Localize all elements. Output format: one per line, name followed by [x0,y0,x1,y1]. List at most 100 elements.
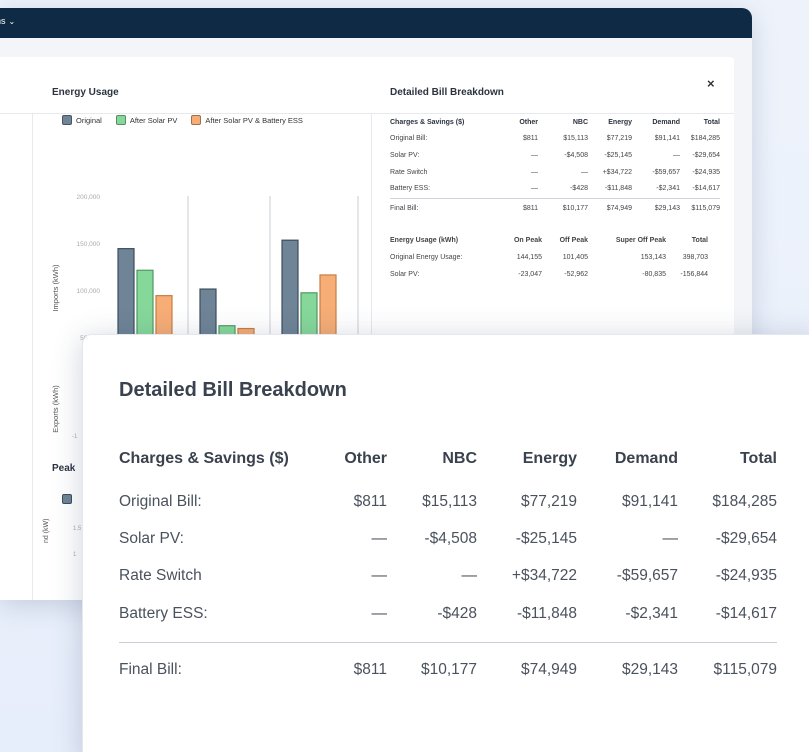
table-cell: -156,844 [680,270,708,278]
table-row: Solar PV: — -$4,508 -$25,145 — -$29,654 [119,520,777,557]
legend-item[interactable]: After Solar PV & Battery ESS [191,115,303,125]
row-label: Battery ESS: [119,604,208,622]
peak-tick-label: 1.5 [73,526,82,532]
table-cell: -$29,654 [692,151,720,159]
energy-usage-title: Energy Usage [52,87,119,98]
table-cell: — [371,567,388,585]
table-cell: +$34,722 [602,168,632,176]
table-cell: -$2,341 [625,604,678,622]
table-cell: On Peak [513,237,542,245]
table-cell: NBC [572,118,588,126]
table-cell: — [531,151,538,159]
table-cell: -$4,508 [564,151,588,159]
table-cell: $811 [522,135,538,143]
table-cell: $91,141 [654,135,680,143]
table-cell: Energy [522,450,577,467]
legend-swatch [191,115,202,125]
table-cell: -$24,935 [715,567,777,585]
y-axis-label: Imports (kWh) [51,264,60,312]
table-cell: $115,079 [691,204,720,212]
card-charges-table: Charges & Savings ($) Other NBC Energy Deman… [119,439,777,688]
table-row: Charges & Savings ($) Other NBC Energy Deman… [390,114,720,131]
table-row: Final Bill: $811 $10,177 $74,949 $29,143 $115… [390,200,720,217]
table-cell: — [662,529,679,547]
table-row: Original Energy Usage: 144,155 101,405 153,… [390,249,720,266]
table-cell: -$11,848 [604,185,632,193]
row-label: Rate Switch [119,567,202,585]
table-cell: $184,285 [712,492,777,510]
table-cell: Energy [608,118,632,126]
small-breakdown-title: Detailed Bill Breakdown [390,87,504,98]
table-row: Solar PV: -23,047 -52,962 -80,835 -156,844 [390,266,720,283]
table-cell: -$2,341 [656,185,680,193]
peak-axis-label: nd (kW) [43,518,50,544]
exports-tick-label: -1 [72,434,78,440]
table-cell: $77,219 [520,492,577,510]
table-cell: -52,962 [564,270,588,278]
table-cell: Total [703,118,720,126]
table-row: Energy Usage (kWh) On Peak Off Peak Super O… [390,233,720,250]
row-label: Solar PV: [390,270,420,278]
y-tick-label: 100,000 [77,288,101,295]
table-cell: $74,949 [606,204,632,212]
table-cell: 101,405 [562,253,588,261]
row-label: Original Bill: [390,135,428,143]
table-cell: -$428 [437,604,477,622]
table-cell: $811 [353,660,387,678]
table-row: Battery ESS: — -$428 -$11,848 -$2,341 -$14,61… [390,180,720,197]
table-cell: -$428 [570,185,588,193]
table-cell: -$11,848 [516,604,577,622]
table-cell: — [531,185,538,193]
nav-menu-label: ns [0,16,6,26]
chart-legend: Original After Solar PV After Solar PV & B… [62,115,303,125]
legend-item[interactable]: After Solar PV [115,115,178,125]
row-label: Final Bill: [119,660,182,678]
nav-menu-dropdown[interactable]: ns⌄ [0,16,15,26]
table-cell: — [461,567,478,585]
table-cell: $115,079 [713,660,778,678]
row-label: Charges & Savings ($) [390,118,465,126]
table-cell: -$59,657 [616,567,678,585]
legend-label: After Solar PV & Battery ESS [205,115,303,125]
legend-item[interactable]: Original [62,115,102,125]
legend-label: After Solar PV [129,115,178,125]
table-cell: $184,285 [690,135,720,143]
bill-breakdown-card: Detailed Bill Breakdown Charges & Saving… [82,334,809,752]
chevron-down-icon: ⌄ [8,17,16,26]
row-label: Rate Switch [390,168,428,176]
table-cell: — [581,168,588,176]
table-row: Charges & Savings ($) Other NBC Energy Deman… [119,439,777,479]
usage-table: Energy Usage (kWh) On Peak Off Peak Super O… [390,233,720,283]
table-row: Rate Switch — — +$34,722 -$59,657 -$24,935 [119,558,777,595]
row-label: Original Energy Usage: [390,253,463,261]
table-cell: — [531,168,538,176]
table-cell: $29,143 [654,204,680,212]
small-bill-breakdown: Detailed Bill Breakdown Charges & Saving… [390,87,720,282]
table-cell: — [371,604,388,622]
row-label: Energy Usage (kWh) [390,237,459,245]
legend-swatch [62,115,72,125]
legend-swatch [115,115,126,125]
table-cell: 153,143 [640,253,666,261]
table-cell: $29,143 [621,660,678,678]
column-divider [32,113,33,600]
table-cell: Demand [652,118,680,126]
peak-section-title: Peak [52,463,76,474]
table-cell: -$14,617 [692,185,720,193]
table-cell: Total [739,450,777,467]
peak-legend-swatch [62,494,72,504]
charges-table: Charges & Savings ($) Other NBC Energy Deman… [390,114,720,217]
table-cell: -$29,654 [715,529,777,547]
row-label: Solar PV: [390,151,420,159]
table-cell: -$14,617 [715,604,777,622]
table-cell: Other [519,118,538,126]
table-cell: Off Peak [559,237,588,245]
table-cell: $811 [522,204,538,212]
table-cell: 144,155 [516,253,542,261]
table-row: Original Bill: $811 $15,113 $77,219 $91,141 $… [119,483,777,520]
peak-tick-label: 1 [73,552,77,558]
y-tick-label: 200,000 [77,194,101,201]
table-cell: NBC [442,450,477,467]
table-cell: $15,113 [563,135,588,143]
top-navigation-bar: ns⌄ [0,8,752,38]
